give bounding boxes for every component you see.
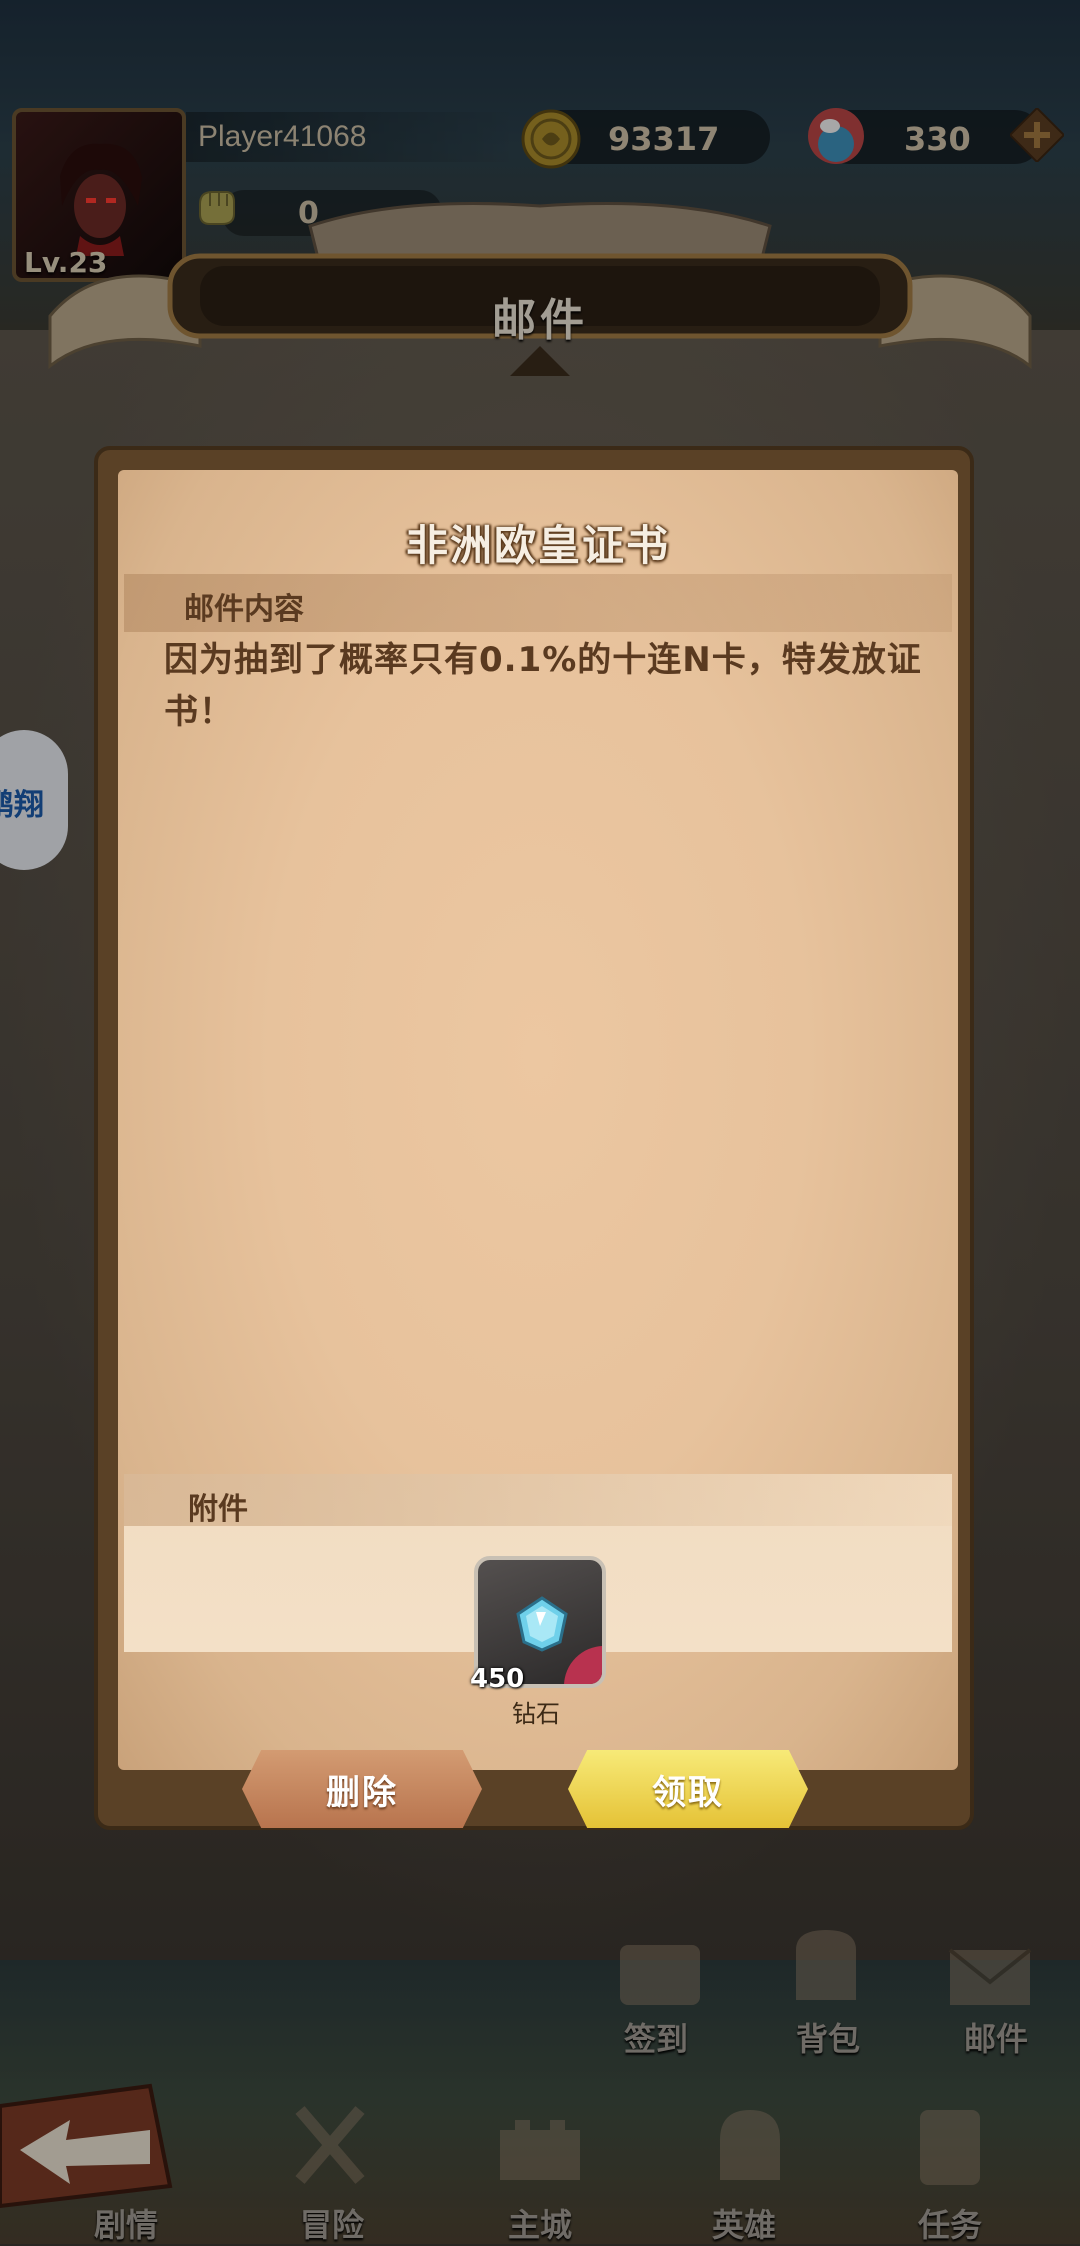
mail-body: 因为抽到了概率只有0.1%的十连N卡，特发放证书！ bbox=[164, 640, 922, 732]
attachment-name: 钻石 bbox=[512, 1700, 560, 1728]
attachment-header-strip bbox=[124, 1474, 952, 1526]
claim-button[interactable]: 领取 bbox=[568, 1750, 808, 1828]
delete-button[interactable]: 删除 bbox=[242, 1750, 482, 1828]
attachment-label: 附件 bbox=[188, 1492, 248, 1527]
attachment-count: 450 bbox=[470, 1664, 525, 1694]
diamond-icon bbox=[516, 1596, 568, 1652]
mail-title: 非洲欧皇证书 bbox=[405, 521, 670, 570]
content-label: 邮件内容 bbox=[184, 592, 304, 627]
rarity-corner bbox=[564, 1646, 602, 1684]
